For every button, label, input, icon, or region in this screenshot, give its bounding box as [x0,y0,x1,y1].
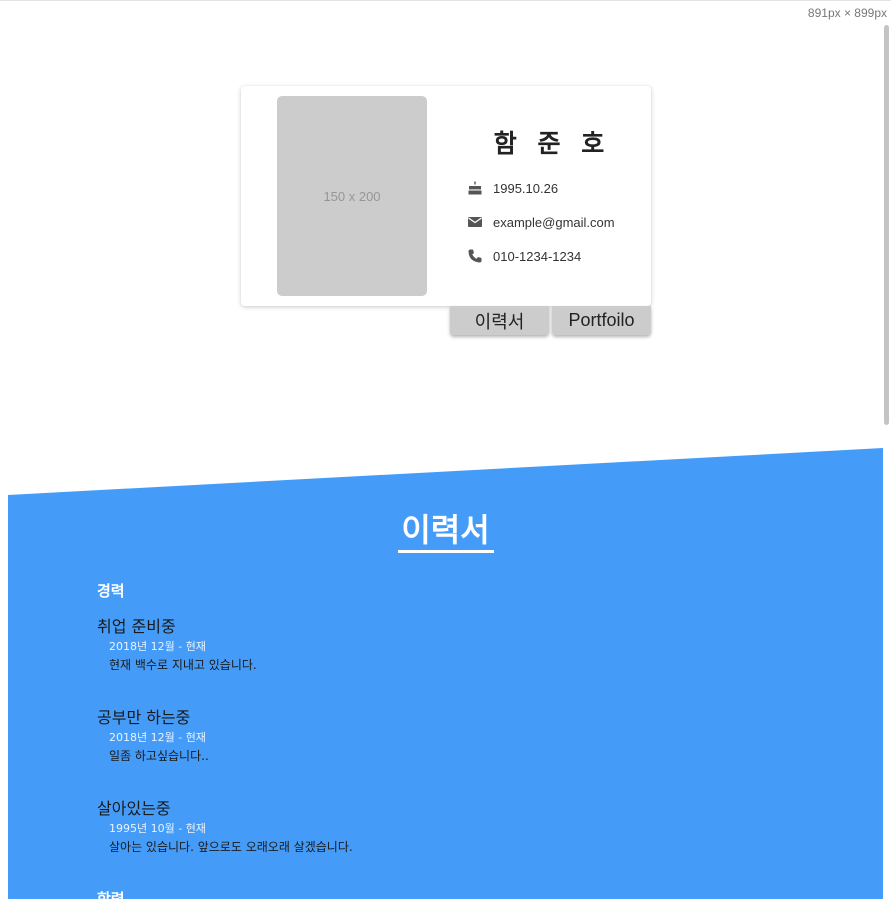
viewport-size-label: 891px × 899px [807,6,887,20]
mail-icon [467,214,483,230]
birthdate-text: 1995.10.26 [493,180,559,196]
profile-photo: 150 x 200 [277,96,427,296]
phone-icon [467,248,483,264]
tab-portfolio[interactable]: Portfoilo [552,306,651,335]
top-border [0,0,891,1]
career-item-period: 2018년 12월 - 현재 [109,640,206,653]
birthdate-row: 1995.10.26 [467,179,558,197]
career-item-period: 2018년 12월 - 현재 [109,731,206,744]
education-heading: 학력 [97,890,125,899]
profile-name: 함 준 호 [493,129,611,158]
photo-placeholder-label: 150 x 200 [323,188,381,204]
career-item: 공부만 하는중 2018년 12월 - 현재 일좀 하고싶습니다.. [97,708,797,764]
career-item-description: 현재 백수로 지내고 있습니다. [109,658,257,672]
career-item: 취업 준비중 2018년 12월 - 현재 현재 백수로 지내고 있습니다. [97,617,797,673]
career-item-title: 공부만 하는중 [97,708,191,727]
career-item-description: 일좀 하고싶습니다.. [109,749,209,763]
cake-icon [467,180,483,196]
title-underline [398,550,494,553]
phone-row: 010-1234-1234 [467,247,581,265]
phone-text: 010-1234-1234 [493,248,582,264]
profile-card: 150 x 200 함 준 호 1995.10.26 example@gmail… [241,86,651,306]
email-text: example@gmail.com [493,214,615,230]
tab-resume[interactable]: 이력서 [450,306,549,335]
page-viewport: 891px × 899px 150 x 200 함 준 호 1995.10.26 [0,0,891,899]
career-item-period: 1995년 10월 - 현재 [109,822,206,835]
career-item-title: 살아있는중 [97,799,171,818]
scrollbar-thumb[interactable] [884,25,889,425]
career-heading: 경력 [97,582,125,600]
career-item: 살아있는중 1995년 10월 - 현재 살아는 있습니다. 앞으로도 오래오래… [97,799,797,855]
resume-section-title: 이력서 [401,511,490,549]
email-row: example@gmail.com [467,213,615,231]
career-item-title: 취업 준비중 [97,617,176,636]
career-item-description: 살아는 있습니다. 앞으로도 오래오래 살겠습니다. [109,840,353,854]
